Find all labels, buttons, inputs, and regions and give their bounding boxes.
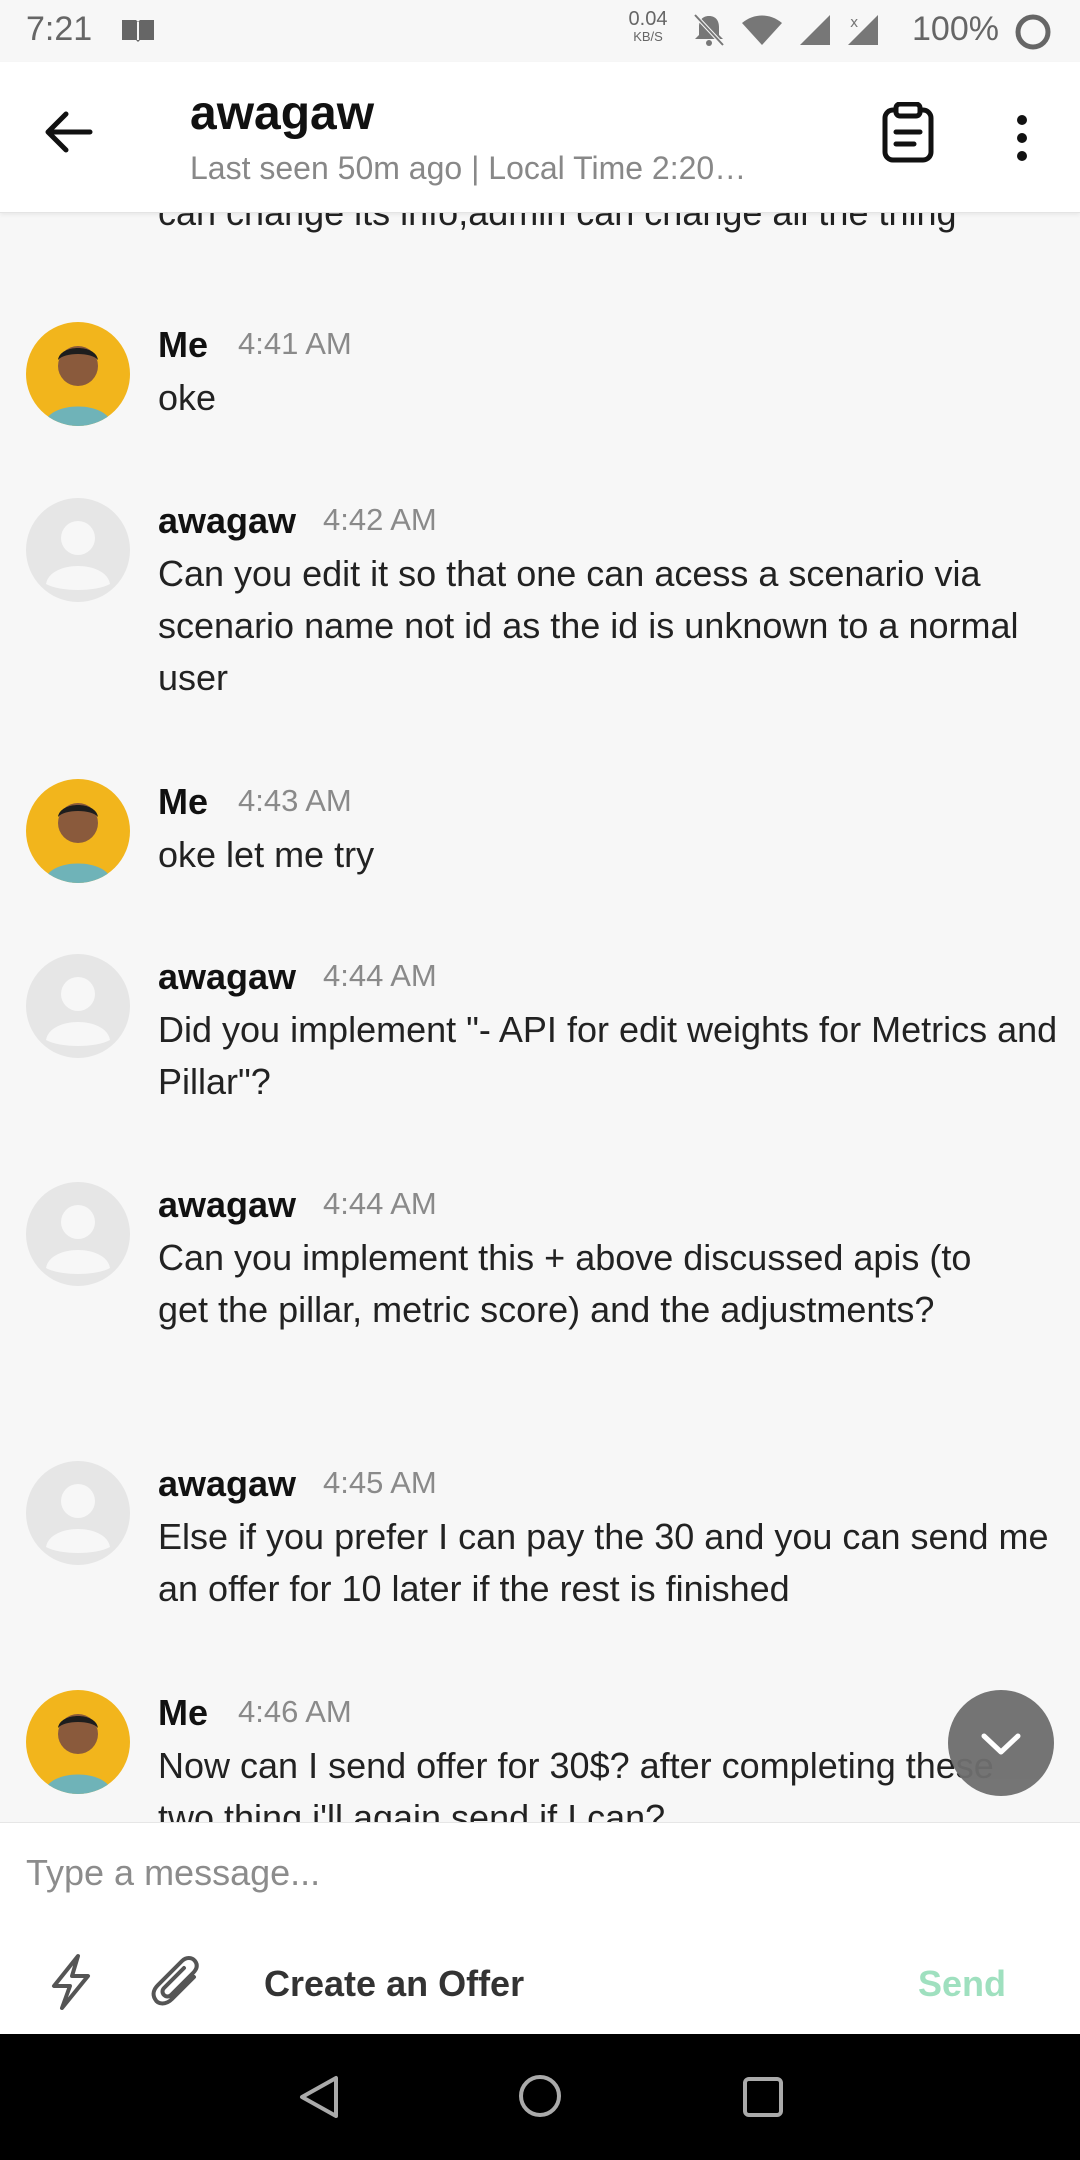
square-recents-icon [743,2077,783,2117]
message-time: 4:46 AM [238,1694,352,1729]
message-text: oke let me try [158,834,375,875]
message-sender: Me [158,1692,209,1733]
wifi-icon [740,13,784,56]
paperclip-icon [151,1956,199,2006]
more-options-button[interactable] [1004,108,1040,168]
avatar[interactable] [26,779,130,883]
message-text: Can you implement this + above discussed… [158,1237,972,1330]
message-sender: awagaw [158,956,297,997]
message-time: 4:44 AM [323,958,437,993]
message-sender: awagaw [158,500,297,541]
nav-home-button[interactable] [516,2072,564,2125]
lightning-icon [52,1954,90,2010]
scroll-to-bottom-button[interactable] [948,1690,1054,1796]
net-speed-value: 0.04 [628,8,668,30]
triangle-back-icon [300,2076,338,2118]
avatar[interactable] [26,1461,130,1565]
nav-back-button[interactable] [296,2074,342,2125]
avatar[interactable] [26,954,130,1058]
net-speed: 0.04 KB/S [618,8,678,46]
message-text: Now can I send offer for 30$? after comp… [158,1745,994,1822]
status-bar: 7:21 0.04 KB/S x 100% [0,0,1080,62]
message-time: 4:45 AM [323,1465,437,1500]
clipboard-button[interactable] [880,101,940,172]
contact-status: Last seen 50m ago | Local Time 2:20… [190,150,747,186]
chevron-down-icon [981,1733,1021,1755]
avatar[interactable] [26,1690,130,1794]
message-time: 4:41 AM [238,326,352,361]
back-button[interactable] [44,110,104,164]
message-partial: can change its info,admin can change all… [158,212,957,233]
avatar[interactable] [26,498,130,602]
circle-home-icon [519,2075,561,2117]
book-icon [120,14,156,53]
clipboard-icon [882,101,934,163]
chat-header: awagaw Last seen 50m ago | Local Time 2:… [0,62,1080,213]
attach-button[interactable] [150,1953,210,2013]
status-time: 7:21 [26,10,93,48]
message-sender: awagaw [158,1184,297,1225]
send-button[interactable]: Send [918,1963,1006,2005]
message-input[interactable] [26,1841,1026,1905]
create-offer-button[interactable]: Create an Offer [264,1963,524,2005]
battery-percent: 100% [912,10,999,48]
system-nav-bar [0,2034,1080,2160]
nav-recents-button[interactable] [740,2074,786,2125]
arrow-left-icon [45,111,93,153]
message-time: 4:42 AM [323,502,437,537]
svg-text:x: x [850,15,858,31]
avatar[interactable] [26,1182,130,1286]
message-sender: Me [158,781,209,822]
message-time: 4:43 AM [238,783,352,818]
message-composer: Create an Offer Send [0,1822,1080,2035]
quick-reply-button[interactable] [48,1953,98,2013]
message-time: 4:44 AM [323,1186,437,1221]
message-sender: Me [158,324,209,365]
more-vertical-icon [1017,115,1027,161]
signal-icon [798,13,832,56]
message-text: Did you implement "- API for edit weight… [158,1009,1058,1102]
net-speed-unit: KB/S [633,29,663,44]
bell-off-icon [692,12,726,57]
contact-name[interactable]: awagaw [190,86,374,141]
message-text: Can you edit it so that one can acess a … [158,553,1019,698]
signal-x-icon: x [846,13,880,56]
battery-circle-icon [1014,13,1052,60]
message-list[interactable]: can change its info,admin can change all… [0,212,1080,1822]
message-sender: awagaw [158,1463,297,1504]
message-text: oke [158,377,217,418]
message-text: Else if you prefer I can pay the 30 and … [158,1516,1049,1609]
avatar[interactable] [26,322,130,426]
